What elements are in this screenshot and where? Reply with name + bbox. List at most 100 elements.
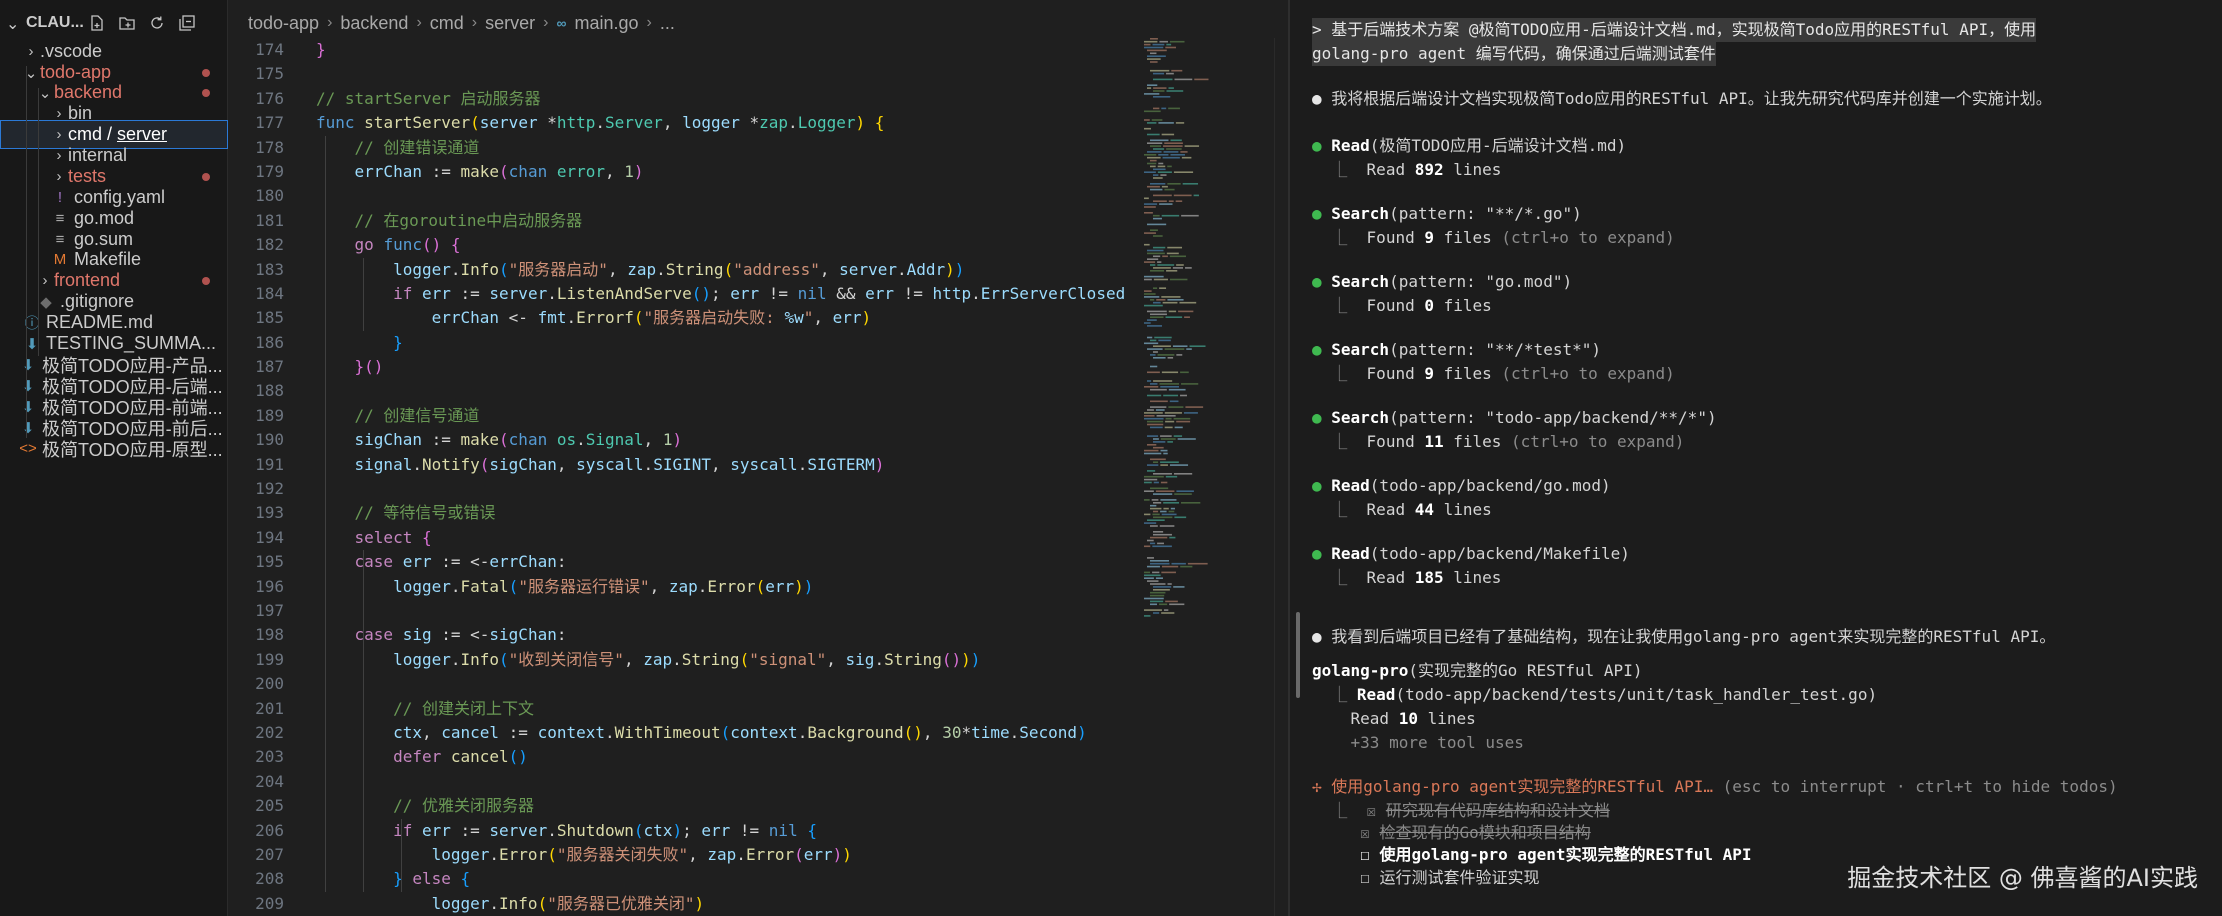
minimap-line: [1165, 475, 1178, 478]
minimap-line: [1153, 174, 1159, 176]
minimap-line: [1151, 119, 1163, 121]
line-number: 187: [255, 357, 284, 377]
code-line[interactable]: 188: [228, 379, 1288, 403]
minimap-line: [1144, 110, 1161, 113]
tool-name: Read: [1331, 476, 1370, 495]
tool-name: Search: [1331, 408, 1390, 427]
todo-text: 研究现有代码库结构和设计文档: [1385, 801, 1610, 820]
expand-hint: (ctrl+o to expand): [1501, 432, 1685, 451]
code-line[interactable]: 204: [228, 770, 1288, 794]
code-text: // 在goroutine中启动服务器: [354, 210, 583, 230]
code-line[interactable]: 183 logger.Info("服务器启动", zap.String("add…: [228, 258, 1288, 282]
code-line[interactable]: 205 // 优雅关闭服务器: [228, 794, 1288, 818]
code-line[interactable]: 193 // 等待信号或错误: [228, 501, 1288, 525]
editor-scrollbar[interactable]: [1274, 38, 1288, 916]
minimap-line: [1157, 354, 1175, 356]
code-line[interactable]: 185 errChan <- fmt.Errorf("服务器启动失败: %w",…: [228, 306, 1288, 330]
line-number: 205: [255, 796, 284, 816]
code-line[interactable]: 182 go func() {: [228, 233, 1288, 257]
minimap-line: [1150, 458, 1166, 461]
code-editor[interactable]: todo-app › backend › cmd › server › ∞ ma…: [228, 0, 1288, 916]
code-line[interactable]: 177 func startServer(server *http.Server,…: [228, 111, 1288, 135]
code-text: func startServer(server *http.Server, lo…: [316, 113, 885, 133]
minimap-line: [1147, 49, 1167, 52]
breadcrumb-item[interactable]: cmd: [430, 13, 464, 34]
minimap-line: [1150, 313, 1167, 316]
minimap-line: [1147, 565, 1160, 568]
code-line[interactable]: 195 case err := <-errChan:: [228, 550, 1288, 574]
breadcrumb-item[interactable]: backend: [340, 13, 408, 34]
minimap-line: [1170, 154, 1185, 156]
minimap-line: [1147, 249, 1164, 252]
minimap-line: [1144, 293, 1156, 295]
code-line[interactable]: 191 signal.Notify(sigChan, syscall.SIGIN…: [228, 453, 1288, 477]
code-line[interactable]: 198 case sig := <-sigChan:: [228, 623, 1288, 647]
minimap-line: [1153, 267, 1171, 269]
tool-result-line[interactable]: ⎿ Found 11 files (ctrl+o to expand): [1312, 430, 1684, 454]
minimap-line: [1144, 412, 1163, 414]
minimap-line: [1147, 371, 1160, 374]
code-line[interactable]: 208 } else {: [228, 867, 1288, 891]
code-line[interactable]: 199 logger.Info("收到关闭信号", zap.String("si…: [228, 648, 1288, 672]
code-line[interactable]: 209 logger.Info("服务器已优雅关闭"): [228, 892, 1288, 916]
minimap-line: [1167, 246, 1183, 249]
tool-name: Search: [1331, 272, 1390, 291]
code-line[interactable]: 197: [228, 599, 1288, 623]
code-line[interactable]: 184 if err := server.ListenAndServe(); e…: [228, 282, 1288, 306]
code-line[interactable]: 174}: [228, 38, 1288, 62]
code-line[interactable]: 190 sigChan := make(chan os.Signal, 1): [228, 428, 1288, 452]
minimap-line: [1153, 345, 1171, 347]
code-line[interactable]: 202 ctx, cancel := context.WithTimeout(c…: [228, 721, 1288, 745]
code-line[interactable]: 201 // 创建关闭上下文: [228, 697, 1288, 721]
minimap-line: [1153, 246, 1166, 249]
new-folder-icon[interactable]: [112, 11, 142, 35]
code-line[interactable]: 194 select {: [228, 526, 1288, 550]
code-line[interactable]: 179 errChan := make(chan error, 1): [228, 160, 1288, 184]
tool-result-line[interactable]: ⎿ Found 9 files (ctrl+o to expand): [1312, 226, 1675, 250]
collapse-all-icon[interactable]: [172, 11, 202, 35]
new-file-icon[interactable]: [82, 11, 112, 35]
minimap-line: [1153, 531, 1164, 533]
line-number: 191: [255, 454, 284, 474]
tool-name: Search: [1331, 204, 1390, 223]
minimap-line: [1165, 417, 1172, 420]
code-line[interactable]: 175: [228, 62, 1288, 86]
code-line[interactable]: 186 }: [228, 331, 1288, 355]
minimap[interactable]: [1142, 38, 1252, 618]
breadcrumb-item[interactable]: todo-app: [248, 13, 319, 34]
breadcrumb-item[interactable]: main.go: [574, 13, 638, 34]
code-line[interactable]: 200: [228, 672, 1288, 696]
code-line[interactable]: 178 // 创建错误通道: [228, 136, 1288, 160]
minimap-line: [1176, 490, 1194, 492]
minimap-line: [1167, 183, 1181, 185]
code-line[interactable]: 196 logger.Fatal("服务器运行错误", zap.Error(er…: [228, 575, 1288, 599]
code-line[interactable]: 192: [228, 477, 1288, 501]
code-line[interactable]: 203 defer cancel(): [228, 745, 1288, 769]
code-line[interactable]: 176 // startServer 启动服务器: [228, 87, 1288, 111]
code-line[interactable]: 187 }(): [228, 355, 1288, 379]
breadcrumb-item[interactable]: server: [485, 13, 535, 34]
minimap-line: [1153, 148, 1165, 150]
code-line[interactable]: 181 // 在goroutine中启动服务器: [228, 209, 1288, 233]
tool-arg: (todo-app/backend/go.mod): [1369, 476, 1611, 495]
assistant-text: 我看到后端项目已经有了基础结构，现在让我使用golang-pro agent来实…: [1331, 627, 2056, 646]
tree-branch-icon: ⎿: [1312, 296, 1367, 315]
code-line[interactable]: 180: [228, 184, 1288, 208]
agent-more-tools[interactable]: +33 more tool uses: [1312, 731, 1524, 755]
code-line[interactable]: 189 // 创建信号通道: [228, 404, 1288, 428]
refresh-icon[interactable]: [142, 11, 172, 35]
tool-result-line[interactable]: ⎿ Found 9 files (ctrl+o to expand): [1312, 362, 1675, 386]
code-line[interactable]: 206 if err := server.Shutdown(ctx); err …: [228, 819, 1288, 843]
claude-terminal[interactable]: > 基于后端技术方案 @极简TODO应用-后端设计文档.md，实现极简Todo应…: [1290, 0, 2222, 916]
minimap-line: [1180, 371, 1189, 374]
line-number: 182: [255, 235, 284, 255]
chevron-down-icon[interactable]: ⌄: [6, 14, 22, 33]
minimap-line: [1144, 415, 1155, 417]
result-prefix: Read: [1366, 568, 1415, 587]
tree-item-20[interactable]: <> 极简TODO应用-原型...: [0, 434, 228, 463]
code-line[interactable]: 207 logger.Error("服务器关闭失败", zap.Error(er…: [228, 843, 1288, 867]
minimap-line: [1169, 278, 1188, 281]
breadcrumb-item[interactable]: ...: [660, 13, 675, 34]
terminal-scrollbar[interactable]: [1296, 612, 1300, 698]
code-area[interactable]: 174} 175 176// startServer 启动服务器 177 func st…: [228, 38, 1288, 916]
